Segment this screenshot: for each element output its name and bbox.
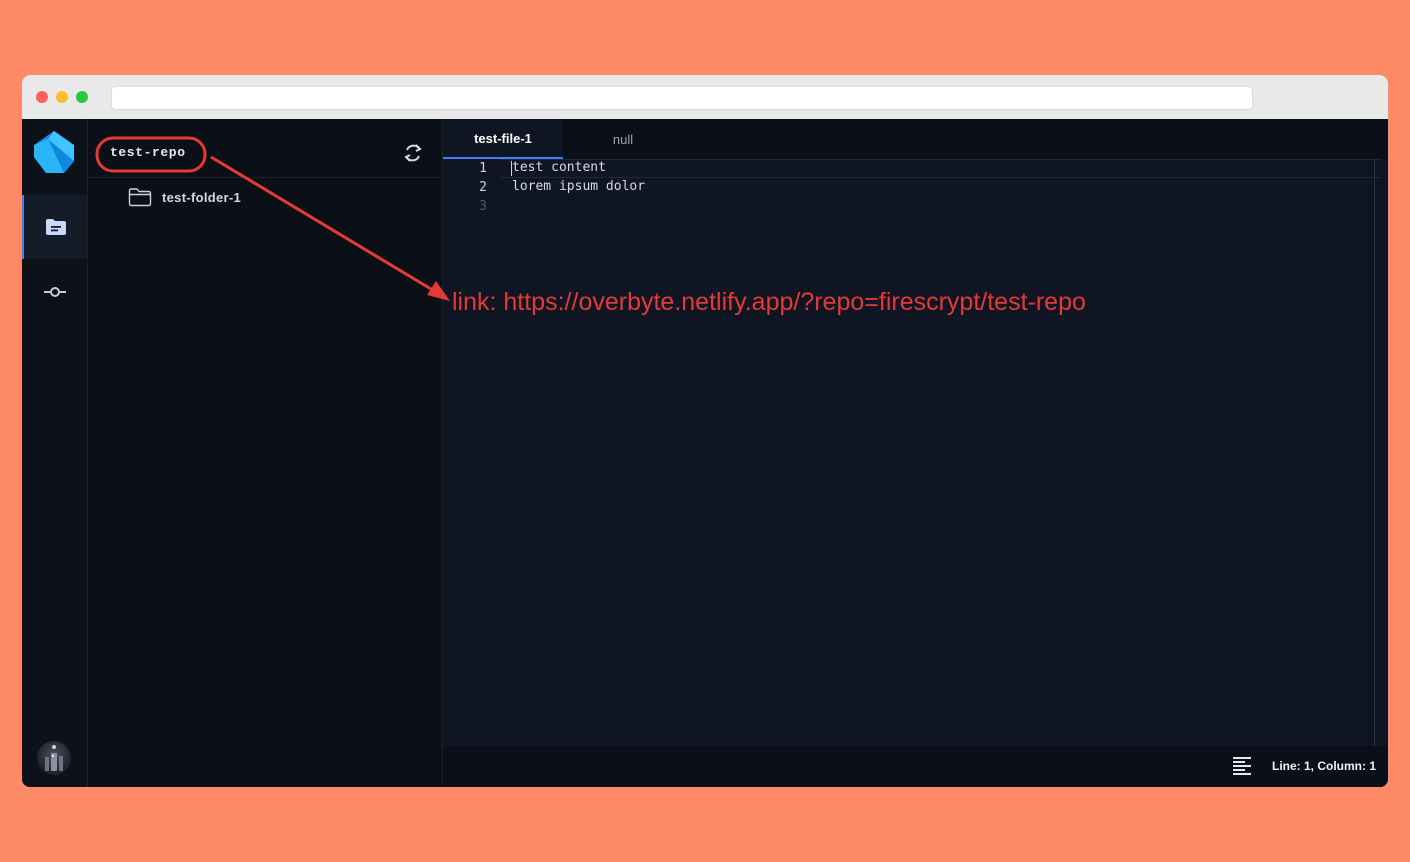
align-lines-icon[interactable] — [1233, 757, 1253, 775]
code-editor: test-file-1 null 1 test content 2 lorem … — [443, 119, 1388, 787]
tree-folder-item[interactable]: test-folder-1 — [128, 187, 241, 207]
line-number: 1 — [479, 161, 487, 176]
status-bar: Line: 1, Column: 1 — [443, 746, 1388, 787]
tab-label: null — [612, 131, 634, 147]
folder-icon — [128, 188, 152, 207]
text-cursor — [511, 161, 512, 176]
dart-logo-icon[interactable] — [34, 131, 74, 173]
minimize-window-button[interactable] — [56, 91, 68, 103]
close-window-button[interactable] — [36, 91, 48, 103]
maximize-window-button[interactable] — [76, 91, 88, 103]
code-line: lorem ipsum dolor — [512, 179, 646, 194]
vertical-scrollbar[interactable] — [1374, 159, 1375, 746]
tab-null[interactable]: null — [563, 119, 683, 159]
annotation-link-text: link: https://overbyte.netlify.app/?repo… — [452, 288, 1086, 316]
address-bar[interactable] — [111, 86, 1253, 110]
code-area[interactable]: 1 test content 2 lorem ipsum dolor 3 — [443, 159, 1388, 746]
editor-tabs: test-file-1 null — [443, 119, 1388, 159]
git-commit-icon — [43, 287, 66, 297]
activity-bar — [22, 119, 88, 787]
line-number: 3 — [479, 199, 487, 214]
refresh-icon[interactable] — [401, 141, 425, 165]
activity-commits[interactable] — [22, 260, 87, 324]
folder-label: test-folder-1 — [162, 189, 242, 205]
tab-test-file-1[interactable]: test-file-1 — [443, 119, 563, 159]
browser-titlebar — [22, 75, 1388, 119]
file-explorer-icon — [45, 219, 66, 235]
activity-files[interactable] — [22, 195, 87, 259]
current-line-highlight — [501, 159, 1381, 178]
tab-label: test-file-1 — [474, 130, 532, 146]
explorer-header: test-repo — [88, 119, 442, 178]
code-line: test content — [512, 160, 606, 175]
cursor-position[interactable]: Line: 1, Column: 1 — [1272, 759, 1376, 773]
user-avatar[interactable] — [37, 741, 71, 775]
line-number: 2 — [479, 180, 487, 195]
repo-name[interactable]: test-repo — [110, 145, 186, 160]
file-explorer: test-repo test-folder-1 — [88, 119, 443, 787]
browser-window: test-repo test-folder-1 test-file-1 null — [22, 75, 1388, 787]
avatar-image — [45, 745, 63, 771]
